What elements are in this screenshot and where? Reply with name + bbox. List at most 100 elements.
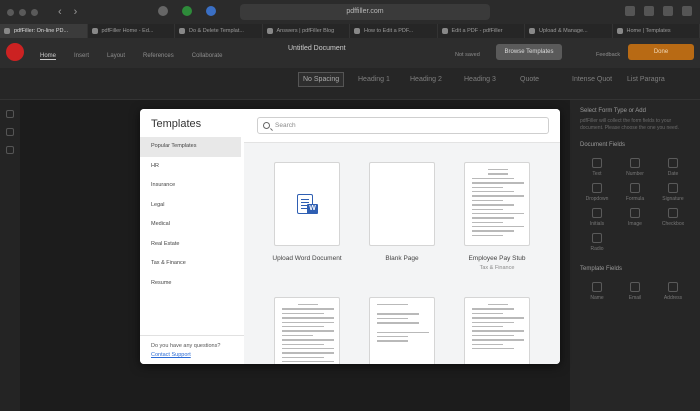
browser-tab[interactable]: Do & Delete Templat... (175, 24, 263, 38)
share-icon[interactable] (644, 6, 654, 16)
document-fields-grid: Text Number Date Dropdown Formula Signat… (570, 152, 700, 258)
style-no-spacing[interactable]: No Spacing (298, 72, 345, 87)
field-formula[interactable]: Formula (618, 183, 652, 202)
fields-panel: Select Form Type or Add pdfFiller will c… (570, 100, 700, 411)
vpn-icon[interactable] (206, 6, 216, 16)
window-controls[interactable] (0, 8, 38, 16)
tab-references[interactable]: References (143, 53, 174, 60)
pdffiller-logo[interactable] (6, 43, 24, 61)
category-medical[interactable]: Medical (140, 215, 241, 235)
template-card-label[interactable]: Blank Page (357, 255, 447, 263)
category-resume[interactable]: Resume (140, 274, 241, 294)
browser-tab[interactable]: Upload & Manage... (525, 24, 613, 38)
browser-tab[interactable]: Edit a PDF - pdfFiller (438, 24, 525, 38)
panel-description: pdfFiller will collect the form fields t… (580, 118, 679, 131)
address-bar[interactable]: pdffiller.com (240, 4, 490, 20)
signature-field-icon (668, 183, 678, 193)
search-box[interactable] (257, 117, 549, 134)
shield-icon[interactable] (182, 6, 192, 16)
template-field-name[interactable]: Name (580, 282, 614, 301)
word-document-icon: W (297, 194, 318, 214)
extension-icons (158, 6, 216, 16)
field-image[interactable]: Image (618, 208, 652, 227)
field-text[interactable]: Text (580, 158, 614, 177)
search-icon (263, 122, 270, 129)
tab-overview-icon[interactable] (682, 6, 692, 16)
browser-tab-strip: pdfFiller: On-line PD... pdfFiller Home … (0, 24, 700, 38)
category-popular-templates[interactable]: Popular Templates (140, 137, 241, 157)
style-heading-2[interactable]: Heading 2 (410, 76, 442, 83)
template-card-upload-word[interactable]: W (274, 162, 340, 246)
field-initials[interactable]: Initials (580, 208, 614, 227)
template-card-label[interactable]: Upload Word Document (262, 255, 352, 263)
field-date[interactable]: Date (656, 158, 690, 177)
checkbox-field-icon (668, 208, 678, 218)
browser-tab[interactable]: Home | Templates (613, 24, 700, 38)
nav-arrows[interactable]: ‹ › (58, 6, 77, 18)
style-intense-quote[interactable]: Intense Quot (572, 76, 612, 83)
template-card[interactable] (369, 297, 435, 364)
forward-icon[interactable]: › (74, 6, 78, 18)
field-checkbox[interactable]: Checkbox (656, 208, 690, 227)
category-hr[interactable]: HR (140, 157, 241, 177)
templates-gallery: W Upload Word Document Blank Page Employ… (244, 109, 560, 364)
new-tab-icon[interactable] (663, 6, 673, 16)
tab-collaborate[interactable]: Collaborate (192, 53, 223, 60)
template-card-label[interactable]: Employee Pay Stub (452, 255, 542, 263)
field-dropdown[interactable]: Dropdown (580, 183, 614, 202)
browser-tab[interactable]: pdfFiller: On-line PD... (0, 24, 88, 38)
outline-icon[interactable] (6, 128, 14, 136)
feedback-button[interactable]: Feedback (596, 52, 620, 58)
paragraph-styles-bar: No Spacing Heading 1 Heading 2 Heading 3… (0, 68, 700, 100)
done-button[interactable]: Done (628, 44, 694, 60)
style-list-paragraph[interactable]: List Paragra (627, 76, 665, 83)
category-insurance[interactable]: Insurance (140, 176, 241, 196)
template-field-email[interactable]: Email (618, 282, 652, 301)
privacy-icon[interactable] (158, 6, 168, 16)
category-real-estate[interactable]: Real Estate (140, 235, 241, 255)
tab-home[interactable]: Home (40, 53, 57, 60)
browser-toolbar: ‹ › pdffiller.com (0, 0, 700, 24)
document-thumbnail (282, 304, 334, 364)
browser-tab[interactable]: pdfFiller Home - Ed... (88, 24, 175, 38)
category-legal[interactable]: Legal (140, 196, 241, 216)
search-input[interactable] (275, 119, 545, 132)
comments-icon[interactable] (6, 146, 14, 154)
style-heading-1[interactable]: Heading 1 (358, 76, 390, 83)
contact-support-link[interactable]: Contact Support (151, 352, 233, 358)
style-heading-3[interactable]: Heading 3 (464, 76, 496, 83)
tab-insert[interactable]: Insert (74, 53, 89, 60)
panel-title: Select Form Type or Add (580, 108, 646, 114)
template-card-blank-page[interactable] (369, 162, 435, 246)
templates-sidebar: Templates Popular Templates HR Insurance… (140, 109, 244, 364)
document-title[interactable]: Untitled Document (288, 45, 346, 52)
number-field-icon (630, 158, 640, 168)
template-card-category: Tax & Finance (479, 265, 515, 271)
image-field-icon (630, 208, 640, 218)
category-tax-finance[interactable]: Tax & Finance (140, 254, 241, 274)
template-card-employee-pay-stub[interactable] (464, 162, 530, 246)
formula-field-icon (630, 183, 640, 193)
browser-tab[interactable]: Answers | pdfFiller Blog (263, 24, 350, 38)
pages-icon[interactable] (6, 110, 14, 118)
help-box: Do you have any questions? Contact Suppo… (140, 335, 244, 358)
browse-templates-button[interactable]: Browse Templates (496, 44, 562, 60)
dropdown-field-icon (592, 183, 602, 193)
field-number[interactable]: Number (618, 158, 652, 177)
modal-title: Templates (151, 118, 202, 130)
save-status: Not saved (455, 52, 480, 58)
template-field-address[interactable]: Address (656, 282, 690, 301)
back-icon[interactable]: ‹ (58, 6, 62, 18)
field-radio[interactable]: Radio (580, 233, 614, 252)
menu-tabs: Home Insert Layout References Collaborat… (40, 53, 222, 60)
download-icon[interactable] (625, 6, 635, 16)
template-card[interactable] (274, 297, 340, 364)
field-signature[interactable]: Signature (656, 183, 690, 202)
tab-layout[interactable]: Layout (107, 53, 125, 60)
style-quote[interactable]: Quote (520, 76, 539, 83)
date-field-icon (668, 158, 678, 168)
template-card[interactable] (464, 297, 530, 364)
template-fields-grid: Name Email Address (570, 276, 700, 307)
browser-tab[interactable]: How to Edit a PDF... (350, 24, 438, 38)
text-field-icon (592, 158, 602, 168)
